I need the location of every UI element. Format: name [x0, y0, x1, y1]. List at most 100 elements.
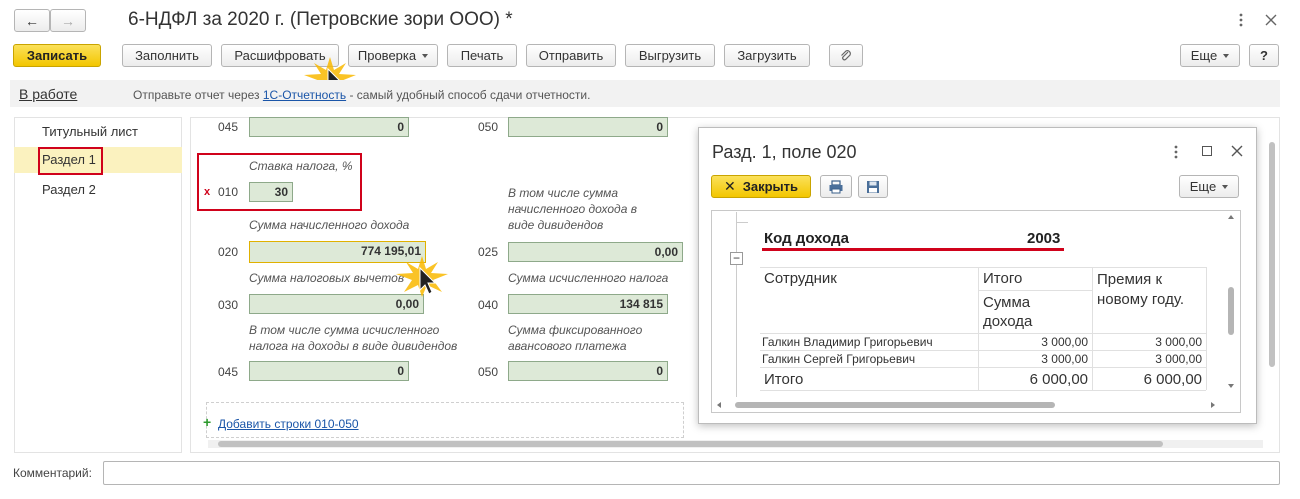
- table-row-total: 3 000,00: [1041, 335, 1088, 349]
- status-message: Отправьте отчет через 1С-Отчетность - са…: [133, 88, 590, 102]
- sidebar-item-title-page[interactable]: Титульный лист: [14, 119, 182, 145]
- dividends-income-label: В том числе сумма начисленного дохода в …: [508, 186, 637, 232]
- code-040: 040: [478, 298, 499, 312]
- forward-button[interactable]: →: [50, 9, 86, 32]
- close-label: Закрыть: [742, 179, 799, 194]
- calc-tax-label: Сумма исчисленного налога: [508, 271, 669, 285]
- paperclip-icon: [841, 49, 851, 60]
- horizontal-scrollbar[interactable]: [208, 440, 1263, 448]
- close-window-icon[interactable]: [1265, 14, 1277, 26]
- popup-title: Разд. 1, поле 020: [712, 142, 857, 162]
- code-045-top: 045: [218, 120, 239, 134]
- income-code-underline: [762, 248, 1064, 251]
- tree-line: [736, 212, 737, 397]
- close-x-icon: ✕: [723, 178, 736, 194]
- tax-rate-label: Ставка налога, %: [249, 159, 353, 173]
- more-label: Еще: [1190, 48, 1218, 63]
- floppy-icon: [867, 180, 879, 193]
- table-grid: [978, 267, 979, 390]
- chevron-down-icon: [1223, 53, 1230, 58]
- tree-line-top: [736, 222, 748, 223]
- help-button[interactable]: ?: [1249, 44, 1279, 67]
- table-grid: [760, 390, 1206, 391]
- table-row-name: Галкин Владимир Григорьевич: [762, 335, 933, 349]
- more-button[interactable]: Еще: [1180, 44, 1240, 67]
- fill-button[interactable]: Заполнить: [122, 44, 212, 67]
- chevron-down-icon: [422, 53, 429, 58]
- table-footer-name: Итого: [764, 371, 804, 388]
- send-button[interactable]: Отправить: [526, 44, 616, 67]
- col-header-bonus: Премия к новому году.: [1097, 271, 1184, 308]
- close-button[interactable]: ✕ Закрыть: [711, 175, 811, 198]
- income-label: Сумма начисленного дохода: [249, 218, 410, 232]
- attach-button[interactable]: [829, 44, 863, 67]
- field-010-tax-rate[interactable]: 30: [249, 182, 293, 202]
- field-040[interactable]: 134 815: [508, 294, 668, 314]
- table-grid: [760, 350, 1206, 351]
- import-button[interactable]: Загрузить: [724, 44, 810, 67]
- add-rows-link[interactable]: Добавить строки 010-050: [218, 417, 359, 431]
- printer-icon: [829, 179, 843, 193]
- popup-vertical-scrollbar[interactable]: [1225, 212, 1237, 394]
- table-row-bonus: 3 000,00: [1155, 335, 1202, 349]
- save-button[interactable]: Записать: [13, 44, 101, 67]
- field-050[interactable]: 0: [508, 361, 668, 381]
- table-grid: [1092, 267, 1093, 390]
- status-text-after: - самый удобный способ сдачи отчетности.: [349, 88, 591, 102]
- click-highlight-icon: [392, 254, 452, 298]
- export-button[interactable]: Выгрузить: [625, 44, 715, 67]
- table-grid: [760, 333, 1206, 334]
- code-030: 030: [218, 298, 239, 312]
- fixed-advance-label: Сумма фиксированного авансового платежа: [508, 323, 643, 353]
- table-row-bonus: 3 000,00: [1155, 352, 1202, 366]
- check-button[interactable]: Проверка: [348, 44, 438, 67]
- col-header-total: Итого: [983, 270, 1023, 287]
- sidebar-item-section-2[interactable]: Раздел 2: [14, 177, 182, 203]
- reporting-link[interactable]: 1С-Отчетность: [263, 88, 346, 102]
- code-050: 050: [478, 365, 499, 379]
- popup-horizontal-scrollbar[interactable]: [715, 400, 1220, 410]
- add-icon: +: [203, 414, 212, 430]
- popup-more-button[interactable]: Еще: [1179, 175, 1239, 198]
- code-020: 020: [218, 245, 239, 259]
- deductions-label: Сумма налоговых вычетов: [249, 271, 405, 285]
- table-row-name: Галкин Сергей Григорьевич: [762, 352, 916, 366]
- print-button[interactable]: Печать: [447, 44, 517, 67]
- field-025[interactable]: 0,00: [508, 242, 683, 262]
- comment-label: Комментарий:: [13, 466, 92, 480]
- section-1-highlight: [38, 147, 103, 175]
- col-header-employee: Сотрудник: [764, 270, 837, 287]
- code-045: 045: [218, 365, 239, 379]
- kebab-menu-icon[interactable]: [1238, 12, 1244, 28]
- income-code-label: Код дохода: [764, 230, 849, 247]
- back-button[interactable]: ←: [14, 9, 50, 32]
- popup-print-button[interactable]: [820, 175, 852, 198]
- status-text-before: Отправьте отчет через: [133, 88, 260, 102]
- income-code-value: 2003: [1027, 230, 1061, 247]
- required-mark: x: [204, 186, 211, 198]
- code-050-top: 050: [478, 120, 499, 134]
- table-grid: [978, 290, 1092, 291]
- table-footer-bonus: 6 000,00: [1143, 371, 1202, 388]
- table-grid: [760, 267, 1206, 268]
- col-header-total-sub: Сумма дохода: [983, 294, 1033, 330]
- vertical-scrollbar[interactable]: [1268, 122, 1276, 428]
- popup-more-label: Еще: [1189, 179, 1217, 194]
- popup-kebab-icon[interactable]: [1173, 144, 1179, 160]
- table-footer-total: 6 000,00: [1029, 371, 1088, 388]
- maximize-icon[interactable]: [1202, 146, 1212, 156]
- field-045[interactable]: 0: [249, 361, 409, 381]
- comment-input[interactable]: [103, 461, 1280, 485]
- field-050-top[interactable]: 0: [508, 117, 668, 137]
- code-010: 010: [218, 185, 239, 199]
- popup-close-icon[interactable]: [1231, 145, 1243, 157]
- table-row-total: 3 000,00: [1041, 352, 1088, 366]
- field-045-top[interactable]: 0: [249, 117, 409, 137]
- chevron-down-icon: [1222, 184, 1229, 189]
- status-state-link[interactable]: В работе: [19, 86, 77, 102]
- popup-save-button[interactable]: [858, 175, 888, 198]
- check-label: Проверка: [357, 48, 417, 63]
- code-025: 025: [478, 245, 499, 259]
- collapse-icon[interactable]: −: [730, 252, 743, 265]
- div-tax-label: В том числе сумма исчисленного налога на…: [249, 323, 458, 353]
